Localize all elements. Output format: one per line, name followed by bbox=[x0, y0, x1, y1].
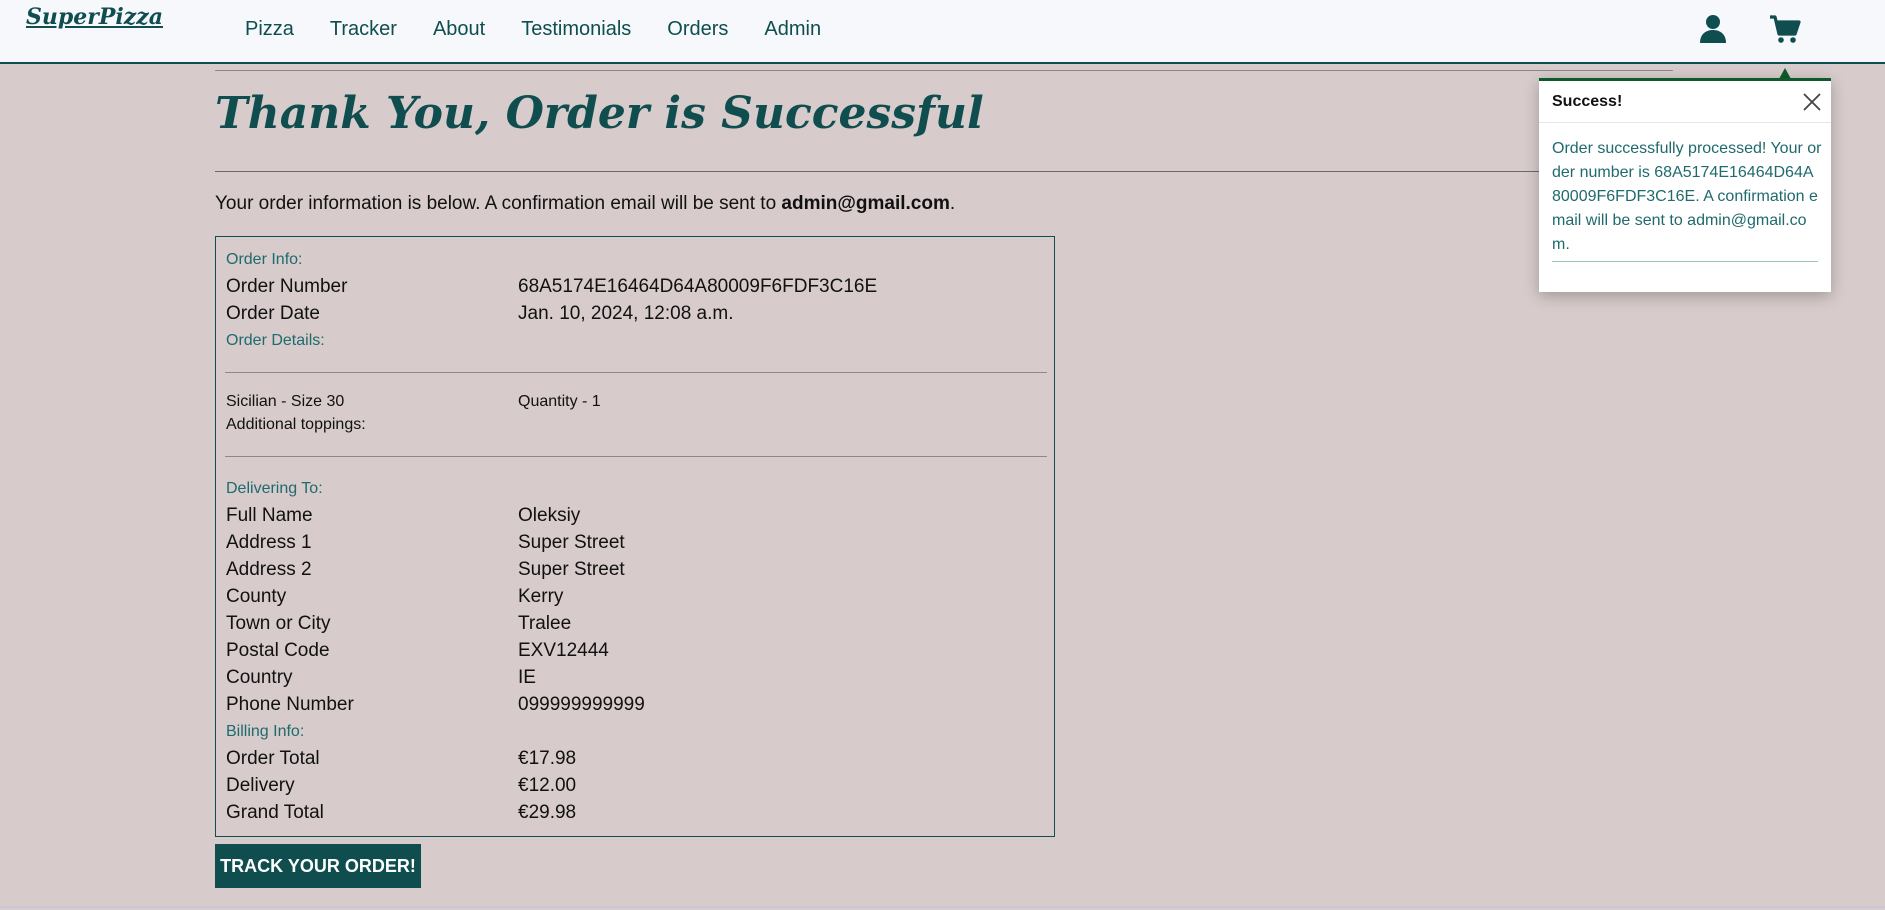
intro-suffix: . bbox=[949, 193, 956, 214]
billing-label-order-total: Order Total bbox=[226, 748, 320, 769]
billing-value-order-total: €17.98 bbox=[518, 748, 577, 769]
track-order-button[interactable]: TRACK YOUR ORDER! bbox=[215, 844, 421, 888]
delivery-value-postal-code: EXV12444 bbox=[518, 640, 609, 661]
delivery-row: Address 1 Super Street bbox=[226, 532, 625, 554]
delivery-value-town: Tralee bbox=[518, 613, 572, 634]
delivery-label-address-1: Address 1 bbox=[226, 532, 312, 553]
billing-label-grand-total: Grand Total bbox=[226, 802, 324, 823]
user-icon[interactable] bbox=[1700, 14, 1726, 48]
top-divider bbox=[215, 70, 1673, 71]
intro-email: admin@gmail.com bbox=[781, 193, 950, 214]
delivery-value-phone: 099999999999 bbox=[518, 694, 645, 715]
navbar: SuperPizza Pizza Tracker About Testimoni… bbox=[0, 0, 1885, 64]
nav-link-testimonials[interactable]: Testimonials bbox=[521, 18, 631, 41]
additional-toppings-label: Additional toppings: bbox=[226, 416, 366, 433]
order-number-value: 68A5174E16464D64A80009F6FDF3C16E bbox=[518, 276, 878, 297]
order-date-label: Order Date bbox=[226, 303, 320, 324]
nav-link-admin[interactable]: Admin bbox=[764, 18, 821, 41]
delivery-row: County Kerry bbox=[226, 586, 563, 608]
delivery-value-county: Kerry bbox=[518, 586, 564, 607]
brand-logo[interactable]: SuperPizza bbox=[26, 4, 163, 30]
delivery-row: Country IE bbox=[226, 667, 536, 689]
order-details-heading: Order Details: bbox=[226, 332, 325, 349]
billing-value-delivery: €12.00 bbox=[518, 775, 577, 796]
success-toast: Success! Order successfully processed! Y… bbox=[1539, 78, 1831, 292]
order-item-name: Sicilian - Size 30 bbox=[226, 393, 345, 410]
delivery-row: Phone Number 099999999999 bbox=[226, 694, 645, 716]
delivery-row: Postal Code EXV12444 bbox=[226, 640, 609, 662]
billing-label-delivery: Delivery bbox=[226, 775, 295, 796]
billing-heading: Billing Info: bbox=[226, 723, 305, 740]
billing-value-grand-total: €29.98 bbox=[518, 802, 577, 823]
toast-header: Success! bbox=[1539, 81, 1831, 123]
delivery-label-county: County bbox=[226, 586, 287, 607]
delivery-row: Address 2 Super Street bbox=[226, 559, 625, 581]
page-title: Thank You, Order is Successful bbox=[215, 88, 984, 139]
delivery-row: Full Name Oleksiy bbox=[226, 505, 580, 527]
delivery-value-full-name: Oleksiy bbox=[518, 505, 581, 526]
order-number-label: Order Number bbox=[226, 276, 348, 297]
order-date-row: Order Date Jan. 10, 2024, 12:08 a.m. bbox=[226, 303, 734, 325]
intro-text: Your order information is below. A confi… bbox=[215, 193, 782, 214]
order-number-row: Order Number 68A5174E16464D64A80009F6FDF… bbox=[226, 276, 877, 298]
order-intro: Your order information is below. A confi… bbox=[215, 193, 955, 215]
nav-link-tracker[interactable]: Tracker bbox=[330, 18, 397, 41]
delivery-label-phone: Phone Number bbox=[226, 694, 354, 715]
toast-title: Success! bbox=[1552, 93, 1623, 110]
toast-message: Order successfully processed! Your order… bbox=[1552, 140, 1822, 253]
order-item-row: Sicilian - Size 30 Quantity - 1 bbox=[226, 393, 601, 411]
details-divider-top bbox=[225, 372, 1047, 373]
close-icon[interactable] bbox=[1801, 91, 1823, 117]
order-summary-box: Order Info: Order Number 68A5174E16464D6… bbox=[215, 236, 1055, 837]
order-date-value: Jan. 10, 2024, 12:08 a.m. bbox=[518, 303, 734, 324]
cart-icon[interactable] bbox=[1769, 14, 1801, 48]
delivery-value-address-1: Super Street bbox=[518, 532, 625, 553]
delivery-label-full-name: Full Name bbox=[226, 505, 313, 526]
billing-row: Order Total €17.98 bbox=[226, 748, 576, 770]
billing-row: Grand Total €29.98 bbox=[226, 802, 576, 824]
delivery-value-address-2: Super Street bbox=[518, 559, 625, 580]
delivery-label-address-2: Address 2 bbox=[226, 559, 312, 580]
delivery-row: Town or City Tralee bbox=[226, 613, 571, 635]
nav-link-about[interactable]: About bbox=[433, 18, 485, 41]
nav-link-orders[interactable]: Orders bbox=[667, 18, 728, 41]
delivery-heading: Delivering To: bbox=[226, 480, 323, 497]
nav-link-pizza[interactable]: Pizza bbox=[245, 18, 294, 41]
nav-links: Pizza Tracker About Testimonials Orders … bbox=[245, 18, 857, 41]
title-divider bbox=[215, 171, 1673, 172]
delivery-label-postal-code: Postal Code bbox=[226, 640, 330, 661]
billing-row: Delivery €12.00 bbox=[226, 775, 576, 797]
delivery-label-town: Town or City bbox=[226, 613, 331, 634]
footer-divider bbox=[0, 906, 1885, 908]
details-divider-bottom bbox=[225, 456, 1047, 457]
delivery-value-country: IE bbox=[518, 667, 536, 688]
toast-divider bbox=[1552, 261, 1818, 262]
order-item-quantity: Quantity - 1 bbox=[518, 393, 601, 410]
delivery-label-country: Country bbox=[226, 667, 293, 688]
order-info-heading: Order Info: bbox=[226, 251, 303, 268]
